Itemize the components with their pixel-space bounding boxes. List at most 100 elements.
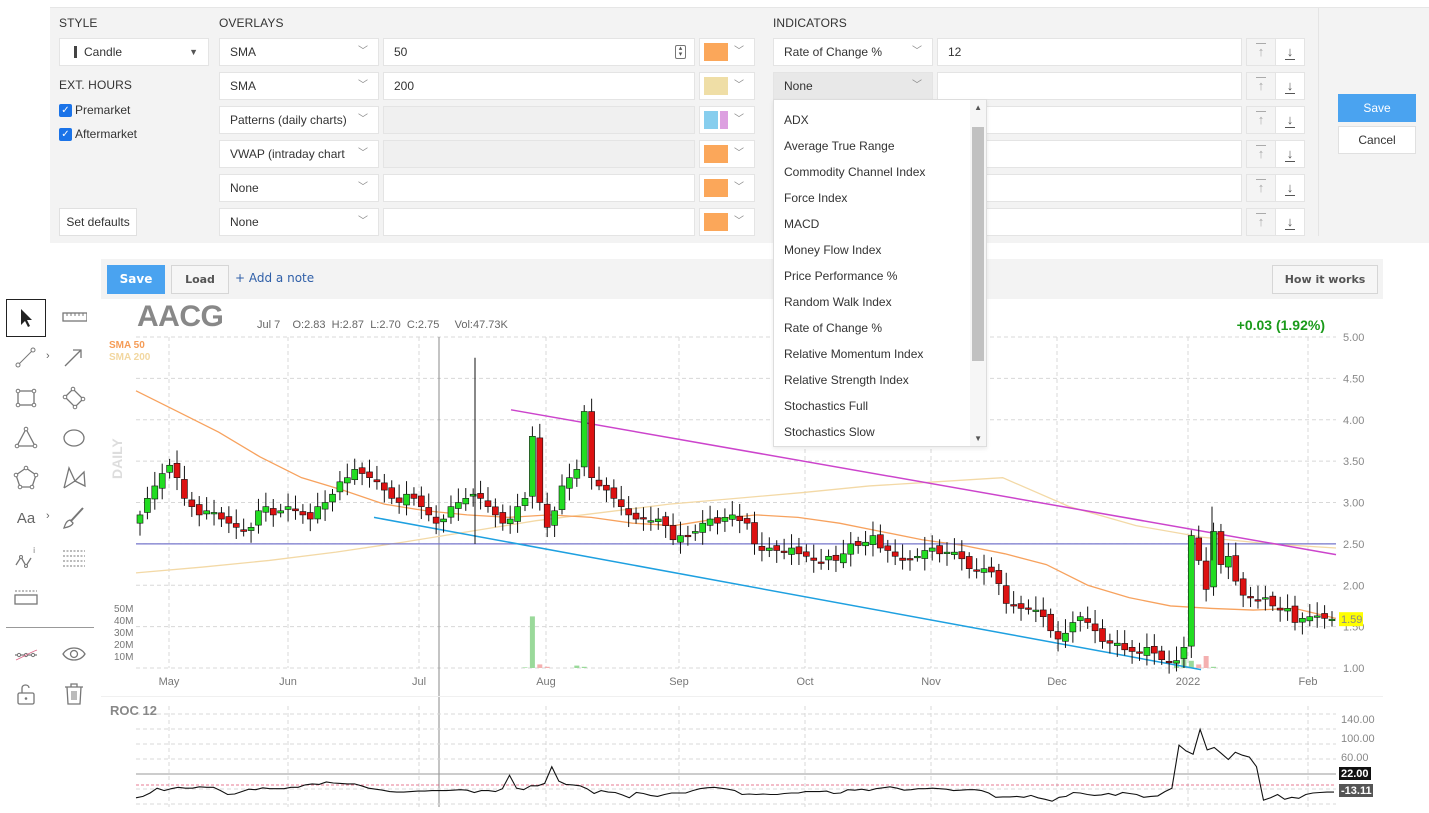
- trash-tool[interactable]: [54, 675, 94, 713]
- candle-body: [410, 493, 418, 499]
- overlay-param-input: [383, 140, 695, 168]
- triangle-tool[interactable]: [6, 419, 46, 457]
- stepper-icon[interactable]: ▴ ▾: [675, 45, 686, 59]
- move-down-button[interactable]: ↓: [1275, 140, 1305, 168]
- arrow-line-tool[interactable]: [54, 339, 94, 377]
- candle-body: [455, 502, 462, 509]
- overlay-type-select[interactable]: None ﹀: [219, 174, 379, 202]
- chevron-down-icon: ﹀: [912, 46, 922, 57]
- move-down-button[interactable]: ↓: [1275, 38, 1305, 66]
- overlay-type-select[interactable]: None ﹀: [219, 208, 379, 236]
- dropdown-option[interactable]: Money Flow Index: [784, 243, 881, 257]
- overlay-color-picker[interactable]: ﹀: [699, 106, 755, 134]
- overlay-param-input[interactable]: 200: [383, 72, 695, 100]
- chevron-down-icon: ﹀: [358, 46, 368, 57]
- pointer-tool[interactable]: [6, 299, 46, 337]
- dropdown-option[interactable]: Price Performance %: [784, 269, 897, 283]
- indicator-type-select[interactable]: Rate of Change % ﹀: [773, 38, 933, 66]
- candle-body: [573, 469, 581, 479]
- overlay-param-input[interactable]: 50 ▴ ▾: [383, 38, 695, 66]
- aftermarket-checkbox[interactable]: ✓ Aftermarket: [59, 127, 137, 141]
- candle-body: [447, 506, 455, 518]
- range-tool[interactable]: [6, 579, 46, 617]
- overlay-type-value: SMA: [230, 79, 257, 93]
- set-defaults-button[interactable]: Set defaults: [59, 208, 137, 236]
- move-up-button[interactable]: ↑: [1246, 140, 1276, 168]
- move-up-icon: ↑: [1255, 43, 1267, 59]
- polygon-tool[interactable]: [6, 459, 46, 497]
- dropdown-option[interactable]: ADX: [784, 113, 809, 127]
- rectangle-tool[interactable]: [6, 379, 46, 417]
- volume-tick-label: 10M: [114, 652, 133, 663]
- submenu-chevron-icon[interactable]: ›: [46, 510, 50, 522]
- scroll-down-icon[interactable]: ▼: [974, 434, 982, 443]
- overlay-type-select[interactable]: SMA ﹀: [219, 38, 379, 66]
- ruler-tool[interactable]: [54, 299, 94, 337]
- brush-tool[interactable]: [54, 499, 94, 537]
- candle-body: [595, 479, 603, 487]
- candle-body: [1076, 616, 1084, 621]
- dropdown-option[interactable]: Relative Strength Index: [784, 373, 909, 387]
- overlay-color-picker[interactable]: ﹀: [699, 140, 755, 168]
- dropdown-option[interactable]: Force Index: [784, 191, 847, 205]
- volume-tick-label: 40M: [114, 616, 133, 627]
- trendline-toggle-tool[interactable]: [6, 635, 46, 673]
- chart-card: Save Load + Add a note How it works 1.00…: [101, 259, 1383, 813]
- overlay-color-picker[interactable]: ﹀: [699, 72, 755, 100]
- dropdown-scrollbar[interactable]: ▲ ▼: [970, 100, 986, 446]
- overlay-color-picker[interactable]: ﹀: [699, 208, 755, 236]
- checkmark-icon: ✓: [59, 127, 72, 141]
- overlay-type-select[interactable]: SMA ﹀: [219, 72, 379, 100]
- scroll-up-icon[interactable]: ▲: [974, 103, 982, 112]
- overlay-color-picker[interactable]: ﹀: [699, 174, 755, 202]
- overlay-param-input[interactable]: [383, 208, 695, 236]
- settings-cancel-button[interactable]: Cancel: [1338, 126, 1416, 154]
- move-down-button[interactable]: ↓: [1275, 106, 1305, 134]
- fibonacci-grid-tool[interactable]: [54, 539, 94, 577]
- submenu-chevron-icon[interactable]: ›: [46, 350, 50, 362]
- overlay-type-select[interactable]: VWAP (intraday chart ﹀: [219, 140, 379, 168]
- style-select[interactable]: Candle ▼: [59, 38, 209, 66]
- move-up-button[interactable]: ↑: [1246, 72, 1276, 100]
- move-up-button[interactable]: ↑: [1246, 38, 1276, 66]
- bar-date: Jul 7: [257, 319, 281, 331]
- candle-body: [640, 517, 647, 520]
- price-chart[interactable]: 1.001.502.002.503.003.504.004.505.00May J…: [101, 259, 1383, 813]
- dropdown-option[interactable]: Random Walk Index: [784, 295, 892, 309]
- unlock-tool[interactable]: [6, 675, 46, 713]
- move-up-button[interactable]: ↑: [1246, 208, 1276, 236]
- indicator-param-input[interactable]: 12: [937, 38, 1242, 66]
- xabcd-pattern-tool[interactable]: [54, 459, 94, 497]
- move-down-button[interactable]: ↓: [1275, 174, 1305, 202]
- callout-line-tool[interactable]: i: [6, 539, 46, 577]
- indicator-dropdown-list[interactable]: ADX Average True Range Commodity Channel I…: [773, 99, 987, 447]
- dropdown-option[interactable]: Stochastics Slow: [784, 425, 875, 439]
- candle-body: [1151, 645, 1158, 654]
- overlay-type-select[interactable]: Patterns (daily charts) ﹀: [219, 106, 379, 134]
- settings-save-button[interactable]: Save: [1338, 94, 1416, 122]
- dropdown-option[interactable]: Commodity Channel Index: [784, 165, 925, 179]
- dropdown-option[interactable]: Relative Momentum Index: [784, 347, 923, 361]
- overlay-param-input[interactable]: [383, 174, 695, 202]
- dropdown-option[interactable]: Rate of Change %: [784, 321, 882, 335]
- move-up-button[interactable]: ↑: [1246, 106, 1276, 134]
- rotated-rectangle-tool[interactable]: [54, 379, 94, 417]
- candle-body: [1217, 531, 1225, 565]
- indicator-param-input[interactable]: [937, 72, 1242, 100]
- text-tool[interactable]: Aa: [6, 499, 46, 537]
- scrollbar-thumb[interactable]: [972, 127, 984, 361]
- move-up-button[interactable]: ↑: [1246, 174, 1276, 202]
- candle-body: [625, 508, 632, 516]
- move-down-button[interactable]: ↓: [1275, 208, 1305, 236]
- dropdown-option[interactable]: Average True Range: [784, 139, 895, 153]
- move-down-button[interactable]: ↓: [1275, 72, 1305, 100]
- overlay-color-picker[interactable]: ﹀: [699, 38, 755, 66]
- indicator-type-select[interactable]: None ﹀: [773, 72, 933, 100]
- ellipse-tool[interactable]: [54, 419, 94, 457]
- eye-tool[interactable]: [54, 635, 94, 673]
- premarket-checkbox[interactable]: ✓ Premarket: [59, 103, 130, 117]
- line-tool[interactable]: [6, 339, 46, 377]
- divider: [1318, 8, 1319, 236]
- dropdown-option[interactable]: MACD: [784, 217, 819, 231]
- dropdown-option[interactable]: Stochastics Full: [784, 399, 868, 413]
